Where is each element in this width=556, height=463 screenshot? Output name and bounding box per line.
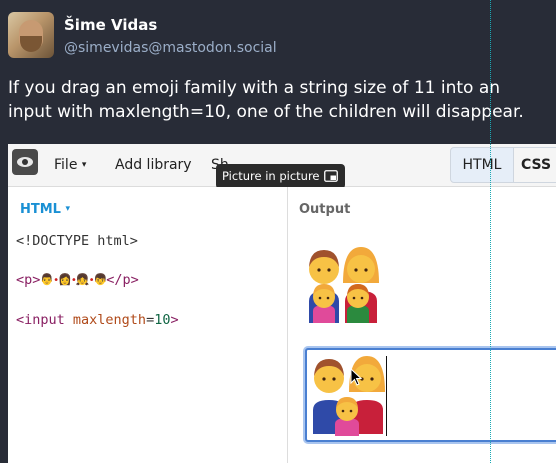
code-line-paragraph[interactable]: <p>👨•👩•👧•👦</p>	[16, 272, 139, 288]
text-caret	[386, 356, 387, 436]
add-library-menu[interactable]: Add library	[115, 157, 192, 173]
chevron-down-icon: ▾	[81, 160, 87, 170]
file-menu-label: File	[54, 157, 78, 173]
avatar-beard	[20, 36, 42, 52]
post-text: If you drag an emoji family with a strin…	[8, 78, 524, 122]
language-selector[interactable]: HTML ▾	[20, 202, 70, 217]
display-name[interactable]: Šime Vidas	[64, 16, 157, 34]
avatar[interactable]	[8, 12, 54, 58]
maxlength-attr: maxlength	[72, 312, 147, 328]
code-line-doctype[interactable]: <!DOCTYPE html>	[16, 233, 138, 249]
maxlength-input[interactable]	[305, 348, 556, 442]
picture-in-picture-icon[interactable]	[324, 170, 338, 182]
pip-tooltip: Picture in picture	[216, 164, 345, 189]
output-pane: Output	[288, 187, 556, 463]
family-boy	[347, 284, 369, 323]
logo-pupil	[22, 159, 28, 165]
maxlength-value: 10	[154, 312, 171, 328]
truncated-family-emoji	[313, 356, 385, 436]
p-open-tag: <p>	[16, 272, 41, 288]
equals-sign: =	[146, 312, 155, 328]
account-handle[interactable]: @simevidas@mastodon.social	[64, 40, 277, 56]
mouse-pointer-icon	[350, 368, 362, 386]
chevron-down-icon: ▾	[65, 204, 71, 214]
family-emoji-output	[309, 247, 379, 323]
code-line-input[interactable]: <input maxlength=10>	[16, 312, 179, 328]
jsbin-logo-icon[interactable]	[12, 149, 38, 175]
tab-html[interactable]: HTML	[450, 147, 514, 183]
tab-css[interactable]: CSS	[513, 147, 556, 183]
guide-line	[490, 0, 492, 463]
html-editor-pane[interactable]: HTML ▾ <!DOCTYPE html> <p>👨•👩•👧•👦</p> <i…	[8, 187, 288, 463]
family-girl	[313, 284, 335, 323]
language-label: HTML	[20, 202, 61, 217]
output-label: Output	[299, 202, 351, 217]
input-tag-close: >	[170, 312, 179, 328]
emoji-boy: 👦	[93, 273, 108, 286]
jsbin-embed: File ▾ Add library Sh HTML CSS Picture i…	[8, 144, 556, 463]
p-close-tag: </p>	[106, 272, 139, 288]
truncated-girl	[335, 397, 359, 436]
emoji-girl: 👧	[75, 273, 90, 286]
emoji-man: 👨	[40, 273, 54, 286]
tooltip-text: Picture in picture	[222, 169, 320, 183]
file-menu[interactable]: File ▾	[54, 157, 86, 173]
emoji-family-sequence: 👨•👩•👧•👦	[40, 273, 108, 286]
emoji-woman: 👩	[58, 273, 72, 286]
input-tag-open: <input	[16, 312, 73, 328]
